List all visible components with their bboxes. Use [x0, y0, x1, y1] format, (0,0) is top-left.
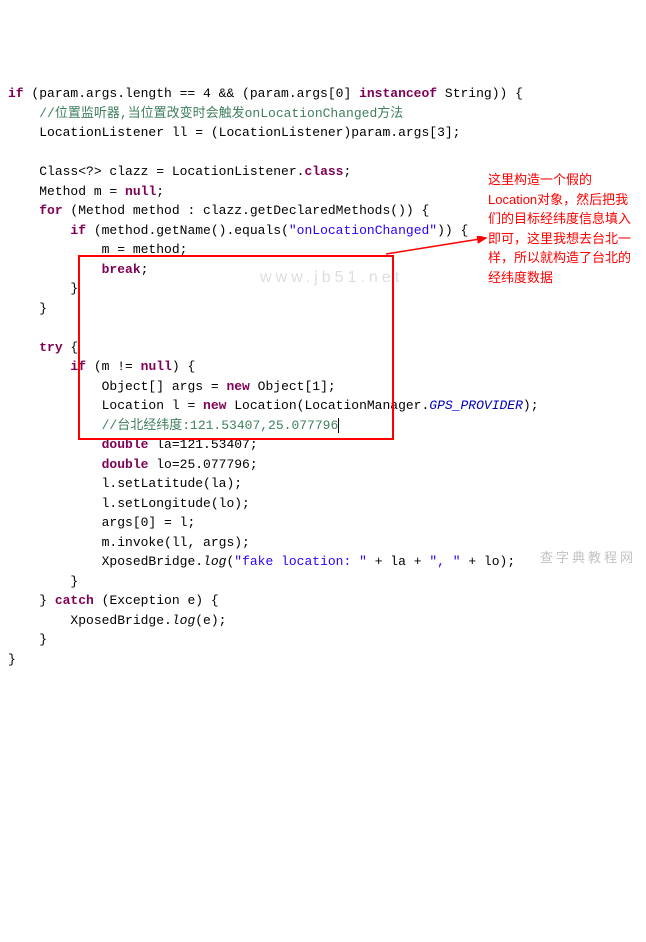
code-text: XposedBridge.	[102, 554, 203, 569]
kw-try: try	[39, 340, 62, 355]
code-text: }	[39, 632, 47, 647]
code-text: ) {	[172, 359, 195, 374]
static-method: log	[203, 554, 226, 569]
code-text: + lo);	[461, 554, 516, 569]
code-text: Class<?> clazz = LocationListener.	[39, 164, 304, 179]
code-text: Object[1];	[250, 379, 336, 394]
code-text: Location l =	[102, 398, 203, 413]
kw-break: break	[102, 262, 141, 277]
code-text: (Exception e) {	[94, 593, 219, 608]
kw-if: if	[70, 359, 86, 374]
kw-if: if	[70, 223, 86, 238]
text-cursor	[338, 418, 339, 433]
code-text: ;	[343, 164, 351, 179]
code-text: }	[70, 281, 78, 296]
kw-catch: catch	[55, 593, 94, 608]
kw-double: double	[102, 457, 149, 472]
kw-class: class	[304, 164, 343, 179]
comment: //台北经纬度:121.53407,25.077796	[102, 418, 339, 433]
code-text: la=121.53407;	[148, 437, 257, 452]
code-text: Location(LocationManager.	[226, 398, 429, 413]
code-text: }	[70, 574, 78, 589]
code-text: (e);	[195, 613, 226, 628]
kw-null: null	[141, 359, 172, 374]
code-text: XposedBridge.	[70, 613, 171, 628]
comment: //位置监听器,当位置改变时会触发onLocationChanged方法	[39, 106, 403, 121]
code-text: );	[523, 398, 539, 413]
code-text: (param.args.length == 4 && (param.args[0…	[24, 86, 359, 101]
code-text: String)) {	[437, 86, 523, 101]
code-text: ;	[141, 262, 149, 277]
code-text: }	[8, 652, 16, 667]
kw-if: if	[8, 86, 24, 101]
annotation-text: 这里构造一个假的Location对象，然后把我们的目标经纬度信息填入即可，这里我…	[488, 170, 638, 287]
kw-for: for	[39, 203, 62, 218]
code-text: LocationListener ll = (LocationListener)…	[39, 125, 460, 140]
kw-new: new	[203, 398, 226, 413]
code-text: (m !=	[86, 359, 141, 374]
code-text: l.setLatitude(la);	[102, 476, 242, 491]
code-text: {	[63, 340, 79, 355]
code-text: (Method method : clazz.getDeclaredMethod…	[63, 203, 430, 218]
code-text: m = method;	[102, 242, 188, 257]
code-text: args[0] = l;	[102, 515, 196, 530]
code-text: Method m =	[39, 184, 125, 199]
code-text: lo=25.077796;	[148, 457, 257, 472]
static-method: log	[172, 613, 195, 628]
kw-double: double	[102, 437, 149, 452]
code-text: + la +	[367, 554, 429, 569]
code-text: m.invoke(ll, args);	[102, 535, 250, 550]
static-field: GPS_PROVIDER	[429, 398, 523, 413]
code-text: }	[39, 301, 47, 316]
code-text: l.setLongitude(lo);	[102, 496, 250, 511]
kw-null: null	[125, 184, 156, 199]
code-text: ;	[156, 184, 164, 199]
kw-new: new	[226, 379, 249, 394]
code-text: (method.getName().equals(	[86, 223, 289, 238]
kw-instanceof: instanceof	[359, 86, 437, 101]
string: "onLocationChanged"	[289, 223, 437, 238]
string: "fake location: "	[234, 554, 367, 569]
code-text: )) {	[437, 223, 468, 238]
code-text: }	[39, 593, 55, 608]
code-text: Object[] args =	[102, 379, 227, 394]
string: ", "	[429, 554, 460, 569]
